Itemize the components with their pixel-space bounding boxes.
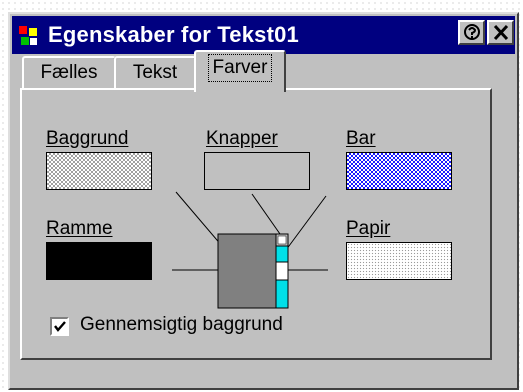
knapper-color-swatch[interactable] — [204, 152, 310, 190]
transparent-background-label[interactable]: Gennemsigtig baggrund — [80, 314, 283, 336]
help-question-icon — [464, 24, 480, 40]
papir-label: Papir — [346, 218, 391, 239]
tab-farver[interactable]: Farver — [194, 50, 286, 92]
title-bar[interactable]: Egenskaber for Tekst01 — [12, 16, 515, 54]
window-title: Egenskaber for Tekst01 — [48, 22, 299, 47]
tab-tekst[interactable]: Tekst — [114, 56, 196, 90]
help-button[interactable] — [458, 20, 485, 45]
papir-color-swatch[interactable] — [346, 242, 452, 280]
baggrund-label: Baggrund — [46, 128, 129, 149]
ramme-label: Ramme — [46, 218, 113, 239]
knapper-label: Knapper — [206, 128, 278, 149]
baggrund-color-swatch[interactable] — [46, 152, 152, 190]
preview-scroll-thumb — [275, 261, 289, 281]
tab-farver-label: Farver — [207, 54, 273, 82]
knapper-leader-line — [251, 193, 281, 235]
tab-faelles[interactable]: Fælles — [22, 56, 116, 90]
bar-label: Bar — [346, 128, 376, 149]
bar-color-swatch[interactable] — [346, 152, 452, 190]
close-x-icon — [493, 24, 509, 41]
ramme-color-swatch[interactable] — [46, 242, 152, 280]
tab-tekst-label: Tekst — [132, 62, 178, 83]
bar-leader-line — [285, 195, 327, 251]
color-preview — [172, 191, 328, 309]
transparent-background-checkbox[interactable] — [50, 317, 69, 336]
preview-page — [217, 233, 277, 309]
tab-faelles-label: Fælles — [40, 62, 98, 83]
check-mark-icon — [54, 321, 66, 332]
app-icon — [18, 25, 40, 47]
close-button[interactable] — [487, 20, 514, 45]
